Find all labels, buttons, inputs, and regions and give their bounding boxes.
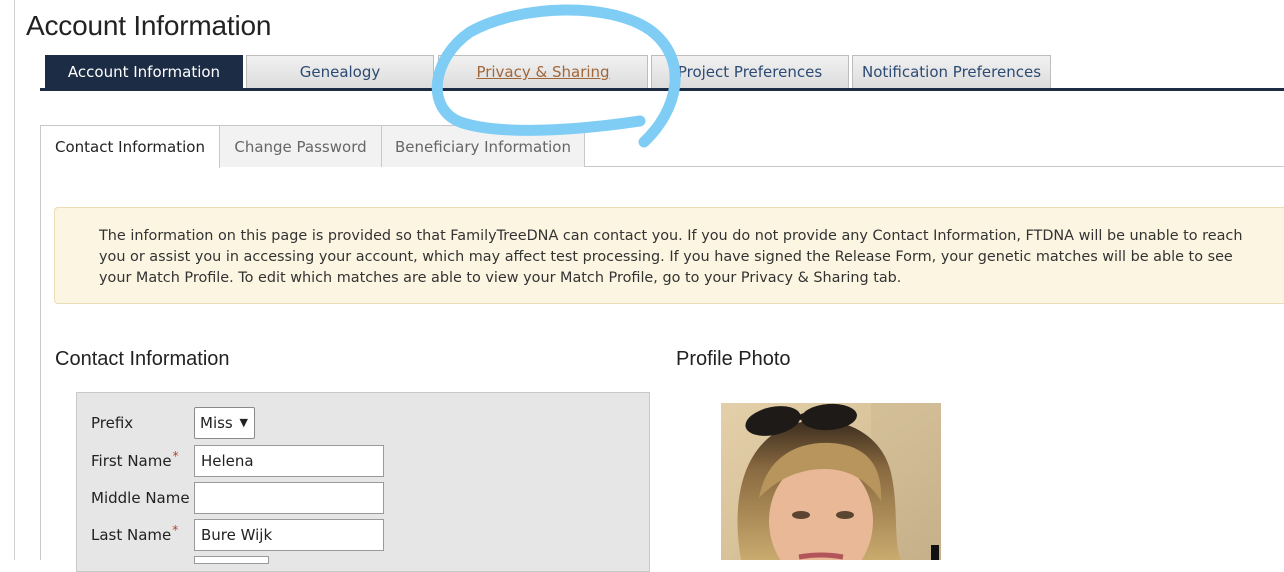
tab-beneficiary-information[interactable]: Beneficiary Information: [381, 125, 585, 167]
profile-photo-heading: Profile Photo: [676, 348, 791, 370]
tab-change-password[interactable]: Change Password: [219, 125, 382, 167]
prefix-label: Prefix: [91, 414, 134, 432]
required-marker: *: [172, 449, 179, 463]
next-field-partial[interactable]: [194, 556, 269, 564]
content-left-border: [40, 167, 41, 560]
first-name-label: First Name*: [91, 449, 179, 470]
main-tab-bar: Account Information Genealogy Privacy & …: [40, 55, 1284, 92]
dropdown-arrow-icon: ▼: [239, 416, 248, 429]
profile-photo-image: [721, 403, 941, 560]
tab-project-preferences[interactable]: Project Preferences: [651, 55, 849, 89]
last-name-label: Last Name*: [91, 523, 179, 544]
contact-information-heading: Contact Information: [55, 348, 230, 370]
required-marker: *: [172, 523, 179, 537]
tab-privacy-sharing[interactable]: Privacy & Sharing: [438, 55, 648, 89]
middle-name-label: Middle Name: [91, 489, 190, 507]
page-title: Account Information: [26, 10, 272, 41]
last-name-field[interactable]: [194, 519, 384, 551]
page-left-border: [14, 0, 15, 560]
middle-name-field[interactable]: [194, 482, 384, 514]
tab-bar-baseline: [40, 88, 1284, 91]
sub-tab-bar: Contact Information Change Password Bene…: [40, 125, 1284, 168]
prefix-select[interactable]: Miss ▼: [194, 407, 255, 439]
tab-account-information[interactable]: Account Information: [45, 55, 243, 89]
first-name-field[interactable]: [194, 445, 384, 477]
tab-genealogy[interactable]: Genealogy: [246, 55, 434, 89]
prefix-selected-value: Miss: [200, 414, 233, 432]
tab-notification-preferences[interactable]: Notification Preferences: [852, 55, 1051, 89]
tab-contact-information[interactable]: Contact Information: [40, 125, 220, 168]
info-notice: The information on this page is provided…: [54, 207, 1284, 304]
profile-photo[interactable]: [721, 403, 941, 560]
